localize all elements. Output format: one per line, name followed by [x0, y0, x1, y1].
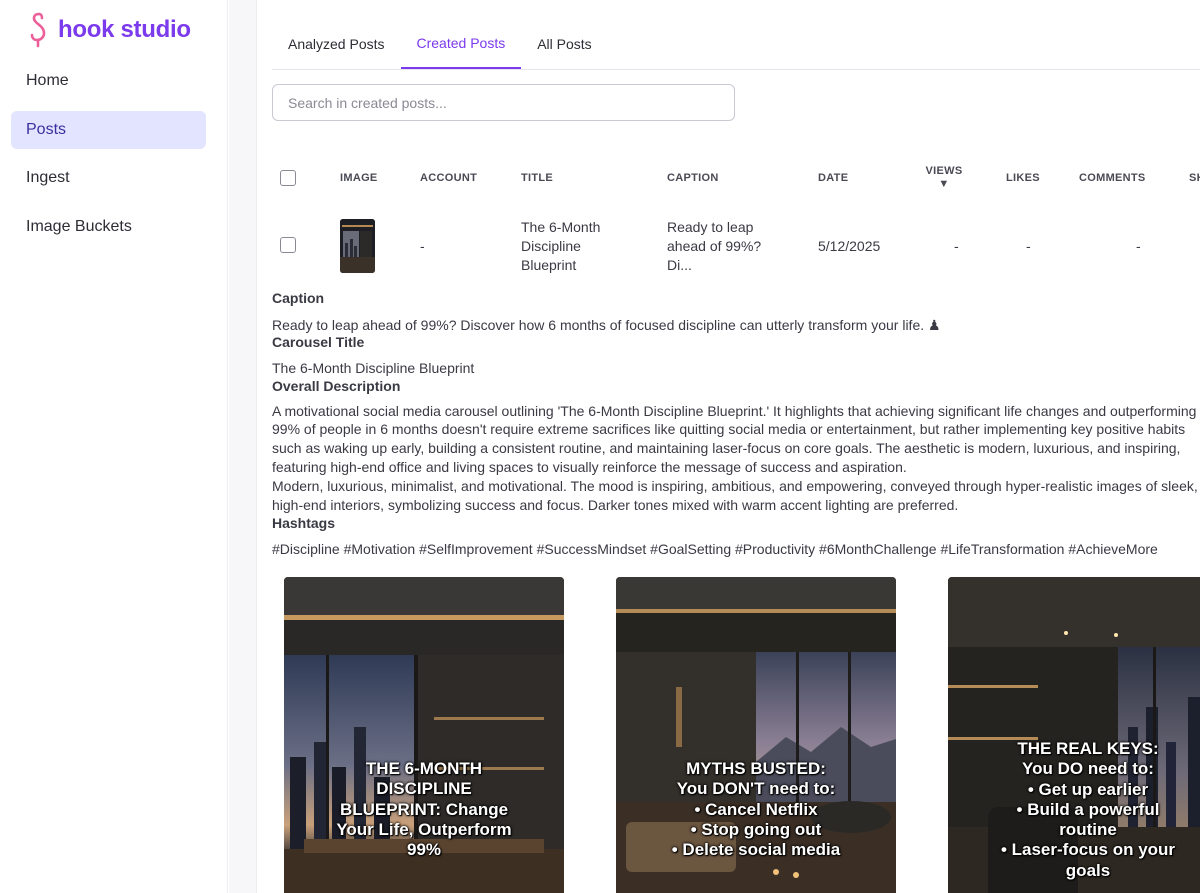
sidebar-item-image-buckets[interactable]: Image Buckets [11, 208, 206, 246]
column-header-caption[interactable]: CAPTION [667, 160, 719, 196]
column-header-likes[interactable]: LIKES [1006, 160, 1040, 196]
column-header-account[interactable]: ACCOUNT [420, 160, 477, 196]
carousel-slide[interactable]: THE REAL KEYS: You DO need to: • Get up … [948, 577, 1200, 893]
row-caption-line: Di... [667, 257, 692, 273]
description-line: high-end interiors, symbolizing success … [272, 496, 959, 513]
column-header-views-label: VIEWS [925, 165, 963, 177]
sidebar-item-label: Ingest [26, 169, 70, 186]
description-line: 99% of people in 6 months doesn't requir… [272, 421, 1186, 438]
column-header-date[interactable]: DATE [818, 160, 848, 196]
tab-all-posts[interactable]: All Posts [521, 18, 607, 69]
row-title-line: Blueprint [521, 257, 577, 273]
sidebar-item-posts[interactable]: Posts [11, 110, 206, 149]
column-header-title[interactable]: TITLE [521, 160, 553, 196]
overall-description-label: Overall Description [272, 377, 401, 394]
overall-description-text: A motivational social media carousel out… [272, 402, 1200, 515]
description-line: featuring high-end office and living spa… [272, 458, 907, 475]
table-row[interactable]: - The 6-Month Discipline Blueprint Ready… [272, 210, 1200, 282]
row-title-line: Discipline [521, 238, 581, 254]
thumbnail-image [340, 219, 375, 273]
row-caption: Ready to leap ahead of 99%? Di... [667, 218, 761, 275]
sidebar-item-label: Home [26, 72, 69, 89]
hook-logo-icon [30, 12, 46, 48]
slide-text: MYTHS BUSTED: You DON'T need to: • Cance… [671, 759, 841, 860]
row-account: - [420, 238, 425, 254]
slide-text: THE REAL KEYS: You DO need to: • Get up … [1000, 739, 1176, 880]
main-content: Analyzed Posts Created Posts All Posts I… [258, 0, 1200, 893]
row-checkbox[interactable] [280, 237, 296, 253]
sort-descending-icon: ▼ [938, 178, 950, 190]
carousel-slide[interactable]: MYTHS BUSTED: You DON'T need to: • Cance… [616, 577, 896, 893]
sidebar-item-home[interactable]: Home [11, 62, 206, 100]
carousel-slide[interactable]: THE 6-MONTH DISCIPLINE BLUEPRINT: Change… [284, 577, 564, 893]
search-input[interactable] [272, 84, 735, 121]
select-all-checkbox[interactable] [280, 170, 296, 186]
tab-analyzed-posts[interactable]: Analyzed Posts [272, 18, 401, 69]
sidebar-nav: Home Posts Ingest Image Buckets [11, 62, 206, 256]
posts-tabs: Analyzed Posts Created Posts All Posts [272, 18, 1200, 70]
table-header: IMAGE ACCOUNT TITLE CAPTION DATE VIEWS ▼… [272, 160, 1200, 196]
post-thumbnail[interactable] [340, 219, 375, 273]
content-gutter [229, 0, 257, 893]
sidebar-item-label: Posts [26, 120, 67, 138]
description-line: A motivational social media carousel out… [272, 402, 1197, 419]
carousel-title-text: The 6-Month Discipline Blueprint [272, 359, 475, 376]
sidebar-item-label: Image Buckets [26, 217, 132, 235]
row-title-line: The 6-Month [521, 219, 601, 235]
app-name: hook studio [58, 16, 191, 43]
app-logo[interactable]: hook studio [28, 12, 191, 48]
description-line: such as waking up early, building a cons… [272, 440, 1181, 457]
select-all-cell [280, 160, 296, 196]
hashtags-label: Hashtags [272, 515, 336, 532]
row-select-cell [280, 237, 296, 253]
row-likes: - [1026, 238, 1031, 254]
column-header-image[interactable]: IMAGE [340, 160, 378, 196]
column-header-comments[interactable]: COMMENTS [1079, 160, 1146, 196]
post-details: Caption Ready to leap ahead of 99%? Disc… [272, 289, 1200, 559]
row-title: The 6-Month Discipline Blueprint [521, 218, 600, 275]
hashtags-text: #Discipline #Motivation #SelfImprovement… [272, 541, 1158, 558]
row-comments: - [1136, 238, 1141, 254]
description-line: Modern, luxurious, minimalist, and motiv… [272, 477, 1198, 494]
row-caption-line: Ready to leap [667, 219, 754, 235]
sidebar: hook studio Home Posts Ingest Image Buck… [0, 0, 228, 893]
column-header-shares[interactable]: SH [1189, 160, 1200, 196]
row-views: - [954, 238, 959, 254]
sidebar-item-ingest[interactable]: Ingest [11, 159, 206, 197]
column-header-views[interactable]: VIEWS ▼ [924, 160, 964, 196]
carousel-slides: THE 6-MONTH DISCIPLINE BLUEPRINT: Change… [284, 577, 1200, 893]
carousel-title-label: Carousel Title [272, 333, 365, 350]
slide-text: THE 6-MONTH DISCIPLINE BLUEPRINT: Change… [336, 759, 512, 860]
tab-created-posts[interactable]: Created Posts [400, 18, 522, 69]
caption-label: Caption [272, 290, 325, 306]
row-caption-line: ahead of 99%? [667, 238, 762, 254]
row-date: 5/12/2025 [818, 238, 881, 254]
